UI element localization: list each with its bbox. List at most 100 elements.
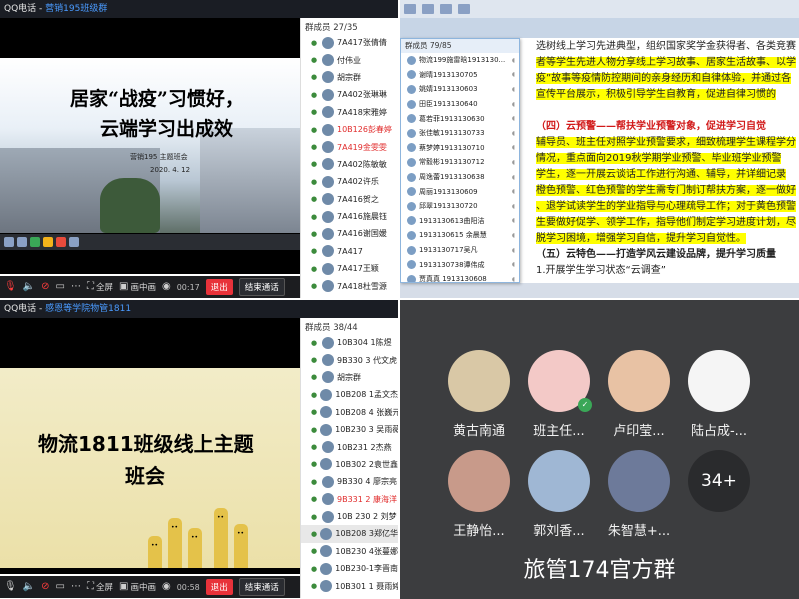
exit-button[interactable]: 退出 [205,579,233,595]
end-call-button[interactable]: 结束通话 [238,578,285,596]
pip-button[interactable]: ▣ 画中画 [119,281,156,294]
member-row[interactable]: ● 10B208 1孟文杰 [301,386,398,403]
member-row[interactable]: ● 10B301 1 聂雨婷 [301,577,398,594]
participant-name: 黄古南通 [452,424,505,439]
fullscreen-button[interactable]: ⛶ 全屏 [87,581,113,594]
member-row[interactable]: ● 7A418宋雅婷 [301,104,398,121]
popup-member-row[interactable]: 1913130615 余晨慧 ◖ [401,228,519,243]
member-row[interactable]: ● 7A418杜雪源 [301,277,398,294]
member-row[interactable]: ● 10B230 3 吴雨薇 [301,421,398,438]
camera-off-icon[interactable]: ⊘ [41,582,49,592]
member-row[interactable]: ● 付伟业 [301,51,398,68]
avatar [407,99,416,109]
more-icon[interactable]: ⋯ [71,582,81,592]
mic-status-icon: ● [311,195,318,204]
participant-avatar[interactable] [528,450,590,512]
speaker-icon[interactable]: 🔈 [23,582,35,592]
popup-member-row[interactable]: 田臣1913130640 ◖ [401,97,519,112]
member-row[interactable]: ● 胡宗群 [301,69,398,86]
avatar [407,55,416,65]
member-row[interactable]: ● 7A417王颖 [301,260,398,277]
member-row[interactable]: ● 10B208 4 张巍元 [301,404,398,421]
popup-member-row[interactable]: 邱翠1913130720 ◖ [401,199,519,214]
print-icon[interactable] [458,4,470,14]
doc-line-text: （四）云预警——帮扶学业预警对象，促进学习自觉 [536,121,766,132]
member-row[interactable]: ● 7A419金雯雯 [301,138,398,155]
avatar [320,527,333,540]
member-row[interactable]: ●10B301 4李文清 [301,595,398,598]
popup-member-row[interactable]: 蔡梦婷1913130710 ◖ [401,141,519,156]
member-row[interactable]: ● 7A416谢国媛 [301,225,398,242]
pip-button[interactable]: ▣ 画中画 [119,581,156,594]
member-row[interactable]: ● 10B 230 2 刘梦 [301,508,398,525]
member-row[interactable]: ● 9B331 2 康海洋 [301,491,398,508]
mic-muted-icon[interactable]: 🎙 [4,282,17,292]
avatar [322,493,334,506]
mic-icon[interactable]: 🎙 [4,582,17,592]
member-row[interactable]: ● 7A417 [301,243,398,260]
member-row[interactable]: ● 10B230-1李晋南 [301,560,398,577]
member-row[interactable]: ● 10B208 3郑亿华 [301,525,398,543]
ruler [400,18,799,38]
member-row[interactable]: ● 7A402陈敏敏 [301,156,398,173]
fullscreen-button[interactable]: ⛶ 全屏 [87,281,113,294]
save-icon[interactable] [404,4,416,14]
popup-member-row[interactable]: 1913130738谭伟成 ◖ [401,257,519,272]
popup-member-row[interactable]: 常毅彬1913130712 ◖ [401,155,519,170]
redo-icon[interactable] [440,4,452,14]
member-name: 7A416谢国媛 [337,229,387,239]
member-row[interactable]: ● 7A416贺之 [301,191,398,208]
popup-member-row[interactable]: 姚婧1913130603 ◖ [401,82,519,97]
member-name: 7A402陈敏敏 [337,159,387,169]
mic-icon: ◖ [511,202,515,210]
mic-status-icon: ● [311,512,318,521]
popup-member-row[interactable]: 谢晴1913130705 ◖ [401,68,519,83]
popup-member-row[interactable]: 葛若菲1913130630 ◖ [401,111,519,126]
popup-member-row[interactable]: 周逸蕾1913130638 ◖ [401,170,519,185]
member-row[interactable]: ● 10B231 2杰燕 [301,438,398,455]
member-row[interactable]: ● 10B230 4张蔓娜 [301,543,398,560]
member-row[interactable]: ● 9B330 3 代文虎 [301,351,398,368]
member-row[interactable]: ● 7A402许乐 [301,173,398,190]
member-row[interactable]: ● 胡宗群 [301,369,398,386]
avatar [407,84,416,94]
popup-member-row[interactable]: 1913130613曲阳洁 ◖ [401,214,519,229]
speaker-icon[interactable]: 🔈 [23,282,35,292]
member-row[interactable]: ● 10B304 1陈煜 [301,334,398,351]
member-row[interactable]: ● 10B302 2袁世鑫 [301,456,398,473]
more-icon[interactable]: ⋯ [71,282,81,292]
call-duration: 00:58 [176,582,200,592]
member-row[interactable]: ● 7A417张倩倩 [301,34,398,51]
member-name: 1913130615 余晨慧 [419,231,487,240]
participant-avatar[interactable] [448,450,510,512]
avatar [407,245,416,255]
screen-share-icon[interactable]: ▭ [56,282,65,292]
avatar [322,227,334,240]
end-call-button[interactable]: 结束通话 [238,278,285,296]
undo-icon[interactable] [422,4,434,14]
popup-member-row[interactable]: 周丽1913130609 ◖ [401,184,519,199]
member-row[interactable]: ● 9B330 4 廖宗亮 [301,473,398,490]
participant-avatar[interactable] [608,350,670,412]
participant-avatar[interactable] [688,350,750,412]
popup-member-row[interactable]: 张佳敏1913130733 ◖ [401,126,519,141]
popup-member-row[interactable]: 贾真真 1913130608 ◖ [401,272,519,282]
participant-avatar[interactable] [608,450,670,512]
more-participants-button[interactable]: 34+ [688,450,750,512]
member-name: 10B208 1孟文杰 [335,390,398,400]
member-row[interactable]: ● 7A402张琳琳 [301,86,398,103]
member-name: 7A418宋雅婷 [337,107,387,117]
participant-avatar[interactable] [448,350,510,412]
popup-member-row[interactable]: 1913130717吴凡 ◖ [401,243,519,258]
record-icon[interactable]: ◉ [162,582,171,592]
member-row[interactable]: ● 10B126彭春婷 [301,121,398,138]
exit-button[interactable]: 退出 [205,279,233,295]
avatar [322,371,334,384]
camera-off-icon[interactable]: ⊘ [41,282,49,292]
record-icon[interactable]: ◉ [162,282,171,292]
doc-line-text: 1.开展学生学习状态“云调查” [536,265,666,276]
member-row[interactable]: ●7A418严璐璐 [301,295,398,298]
screen-share-icon[interactable]: ▭ [56,582,65,592]
popup-member-row[interactable]: 物流199施雷晗1913130... ◖ [401,53,519,68]
member-row[interactable]: ● 7A416施晨钰 [301,208,398,225]
